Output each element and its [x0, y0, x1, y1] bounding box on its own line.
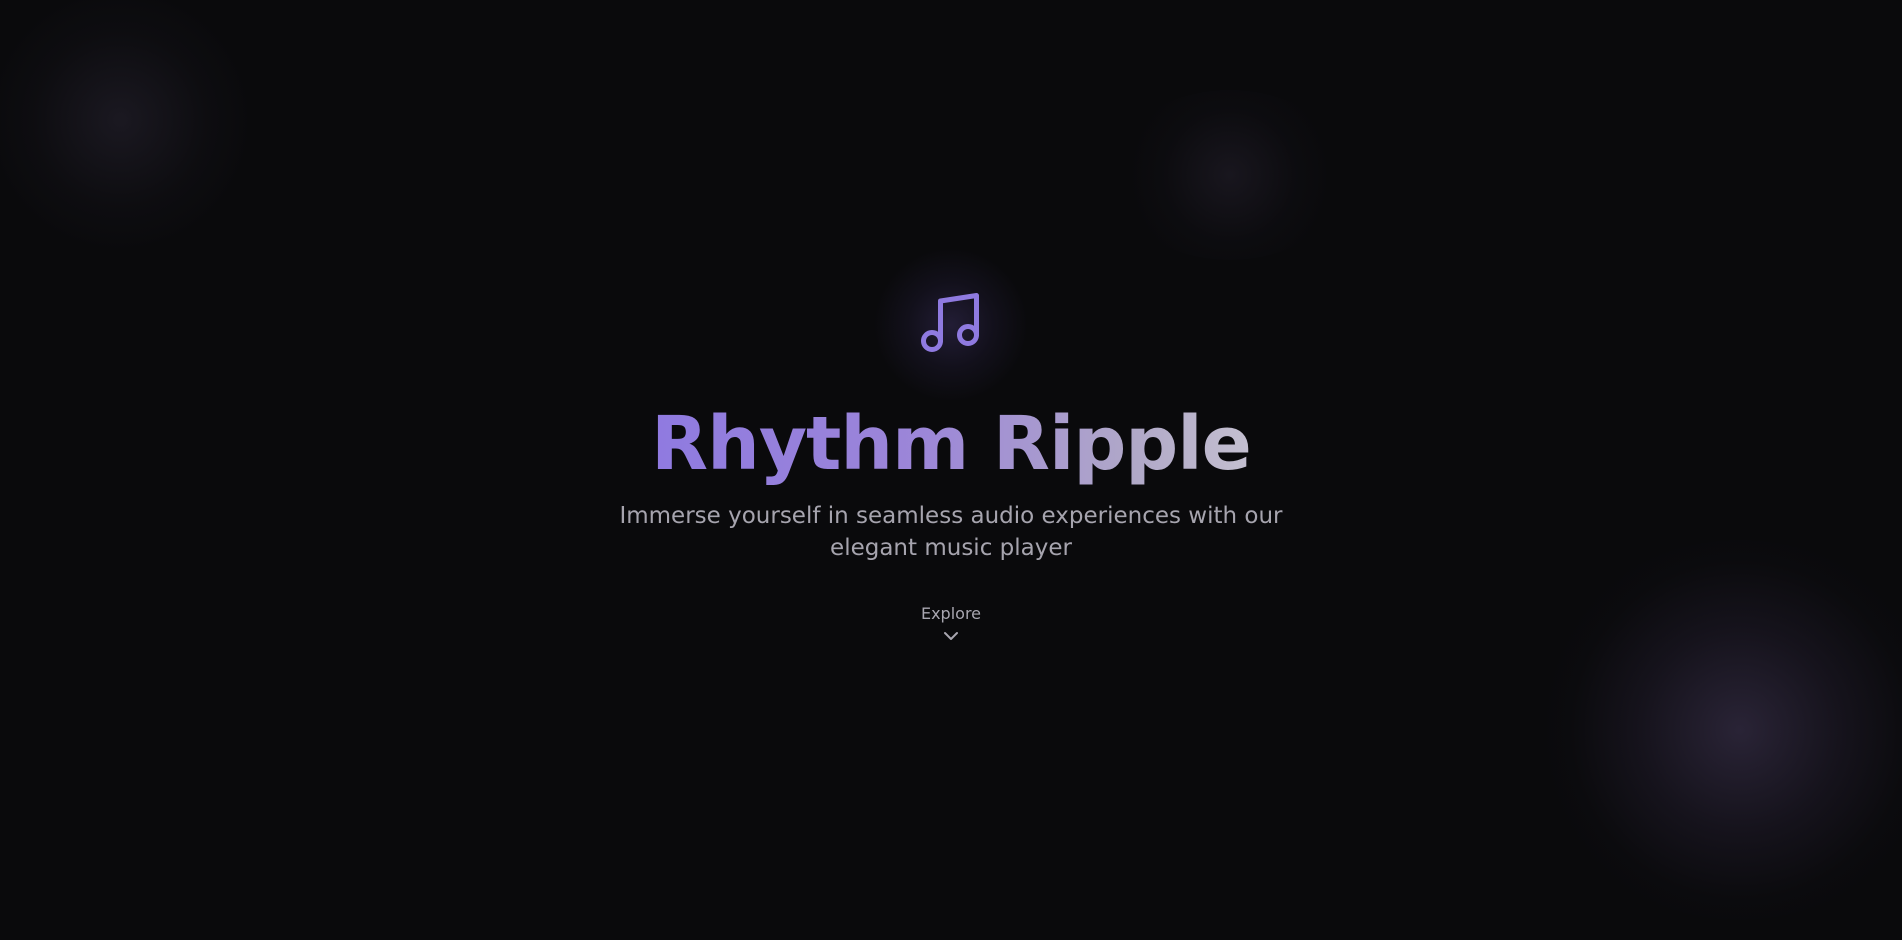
background-glow-orb — [0, 0, 260, 250]
music-note-icon — [921, 293, 979, 352]
chevron-down-icon — [944, 632, 958, 640]
landing-page: Rhythm Ripple Immerse yourself in seamle… — [0, 0, 1902, 940]
background-glow-orb — [1530, 540, 1902, 920]
explore-button[interactable]: Explore — [891, 604, 1011, 642]
page-title: Rhythm Ripple — [0, 398, 1902, 490]
explore-label: Explore — [920, 604, 982, 623]
background-glow-orb — [1110, 90, 1350, 260]
logo-glow — [871, 245, 1031, 405]
hero-subtitle: Immerse yourself in seamless audio exper… — [619, 503, 1283, 561]
title-text: Rhythm Ripple — [651, 401, 1252, 487]
